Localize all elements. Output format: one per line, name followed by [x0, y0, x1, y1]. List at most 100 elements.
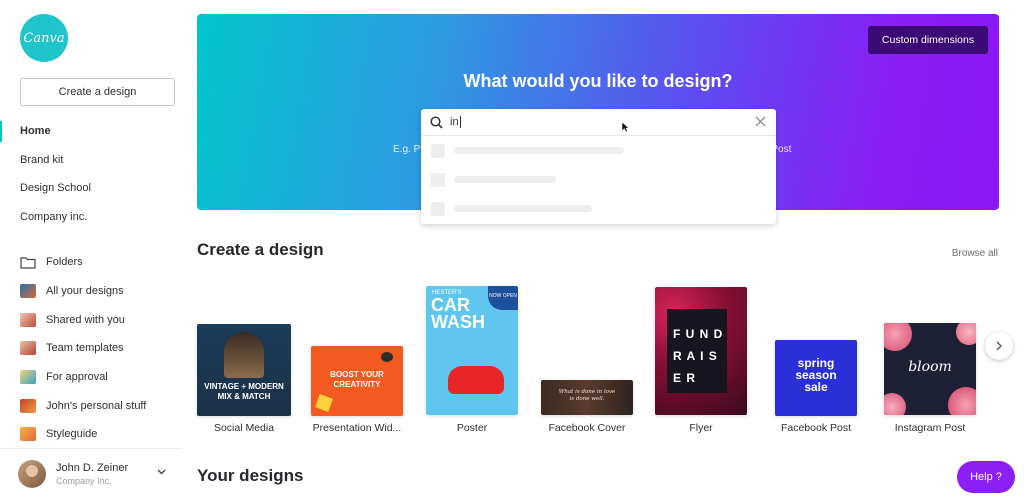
- card-label: Poster: [456, 422, 488, 434]
- thumbnail-text: BOOST YOUR CREATIVITY: [330, 370, 384, 389]
- sidebar-item-label: Company inc.: [20, 210, 88, 223]
- sidebar-item-label: All your designs: [46, 285, 124, 298]
- card-label: Flyer: [689, 422, 713, 434]
- your-designs-title: Your designs: [197, 466, 304, 485]
- chevron-right-icon: [996, 341, 1002, 351]
- design-thumbnail: NOW OPEN HESTER'S CAR WASH: [426, 286, 518, 415]
- design-type-facebook-post[interactable]: spring season sale Facebook Post: [770, 340, 862, 439]
- folder-thumbnail: [20, 427, 36, 442]
- account-menu[interactable]: John D. Zeiner Company Inc.: [0, 448, 182, 499]
- sidebar-item-label: Folders: [46, 256, 83, 269]
- sidebar-nav-primary: Home Brand kit Design School Company inc…: [0, 117, 182, 231]
- user-name: John D. Zeiner: [56, 462, 129, 474]
- close-icon[interactable]: [755, 116, 766, 127]
- suggestion-placeholder[interactable]: [421, 136, 776, 165]
- sidebar-item-label: Team templates: [46, 342, 124, 355]
- suggestion-thumb: [431, 172, 445, 187]
- sidebar-item-folders[interactable]: Folders: [0, 248, 182, 277]
- user-company: Company Inc.: [56, 476, 112, 486]
- sidebar-item-company[interactable]: Company inc.: [0, 203, 182, 232]
- design-thumbnail: bloom: [884, 323, 976, 415]
- folder-thumbnail: [20, 312, 36, 327]
- design-thumbnail: What is done in love is done well.: [541, 380, 633, 415]
- sidebar-item-label: Home: [20, 125, 51, 138]
- sidebar-item-design-school[interactable]: Design School: [0, 174, 182, 203]
- sidebar: Canva Create a design Home Brand kit Des…: [0, 0, 182, 499]
- design-type-poster[interactable]: NOW OPEN HESTER'S CAR WASH Poster: [426, 286, 518, 439]
- sidebar-item-label: For approval: [46, 371, 108, 384]
- user-info: John D. Zeiner Company Inc.: [56, 462, 128, 486]
- design-type-instagram-post[interactable]: bloom Instagram Post: [884, 323, 976, 439]
- design-type-presentation[interactable]: BOOST YOUR CREATIVITY Presentation Wid...: [311, 346, 403, 439]
- sidebar-item-label: Brand kit: [20, 153, 64, 166]
- card-label: Instagram Post: [894, 422, 966, 434]
- hero-title: What would you like to design?: [463, 71, 733, 91]
- flower-shape: [948, 387, 976, 415]
- avatar: [18, 460, 46, 488]
- card-label: Social Media: [213, 422, 275, 434]
- thumbnail-text: F U N DR A I SE R: [673, 327, 724, 385]
- create-design-button[interactable]: Create a design: [20, 78, 175, 106]
- folder-icon: [20, 257, 36, 269]
- thumbnail-text: bloom: [908, 359, 952, 375]
- carousel-next-button[interactable]: [985, 332, 1013, 360]
- canva-logo[interactable]: Canva: [20, 14, 68, 62]
- sidebar-item-label: Styleguide: [46, 428, 98, 441]
- create-section-title: Create a design: [197, 240, 324, 259]
- hero-hint-left: E.g. P: [393, 144, 421, 155]
- folder-thumbnail: [20, 341, 36, 356]
- thumbnail-text: What is done in love is done well.: [558, 389, 616, 402]
- mouse-cursor-icon: [621, 121, 630, 133]
- confetti-shape: [315, 394, 333, 412]
- suggestion-placeholder[interactable]: [421, 194, 776, 223]
- text-caret: [459, 116, 461, 128]
- card-label: Facebook Post: [780, 422, 852, 434]
- sidebar-item-label: Shared with you: [46, 313, 125, 326]
- design-type-facebook-cover[interactable]: What is done in love is done well. Facebo…: [541, 380, 633, 439]
- suggestion-thumb: [431, 143, 445, 158]
- sidebar-item-label: Design School: [20, 182, 91, 195]
- flower-shape: [956, 323, 976, 345]
- search-query: in: [450, 116, 459, 128]
- folder-thumbnail: [20, 370, 36, 385]
- custom-dimensions-button[interactable]: Custom dimensions: [868, 26, 988, 54]
- sidebar-item-home[interactable]: Home: [0, 117, 182, 146]
- car-illustration: [448, 366, 504, 394]
- card-label: Presentation Wid...: [312, 422, 402, 434]
- search-input[interactable]: in: [421, 109, 776, 136]
- design-thumbnail: F U N DR A I SE R: [655, 287, 747, 415]
- sidebar-item-all-designs[interactable]: All your designs: [0, 277, 182, 306]
- sidebar-item-approval[interactable]: For approval: [0, 363, 182, 392]
- suggestion-skeleton: [454, 176, 556, 183]
- help-button[interactable]: Help ?: [957, 461, 1015, 493]
- card-label: Facebook Cover: [548, 422, 626, 434]
- design-thumbnail: VINTAGE + MODERN MIX & MATCH: [197, 324, 291, 416]
- thumbnail-text: spring season sale: [795, 356, 837, 394]
- flower-shape: [884, 393, 906, 415]
- thumbnail-text: VINTAGE + MODERN MIX & MATCH: [204, 382, 284, 401]
- design-type-social-media[interactable]: VINTAGE + MODERN MIX & MATCH Social Media: [197, 324, 291, 439]
- suggestion-skeleton: [454, 147, 624, 154]
- suggestion-thumb: [431, 201, 445, 216]
- suggestion-skeleton: [454, 205, 592, 212]
- sidebar-item-personal[interactable]: John's personal stuff: [0, 391, 182, 420]
- suggestion-placeholder[interactable]: [421, 165, 776, 194]
- design-thumbnail: BOOST YOUR CREATIVITY: [311, 346, 403, 416]
- browse-all-link[interactable]: Browse all: [952, 248, 998, 259]
- sidebar-item-brand-kit[interactable]: Brand kit: [0, 146, 182, 175]
- design-type-flyer[interactable]: F U N DR A I SE R Flyer: [655, 287, 747, 439]
- photo-person: [224, 332, 264, 378]
- sidebar-item-team-templates[interactable]: Team templates: [0, 334, 182, 363]
- flower-shape: [884, 323, 912, 351]
- confetti-shape: [381, 352, 393, 362]
- thumbnail-text: CAR WASH: [431, 295, 485, 332]
- main-content: Custom dimensions What would you like to…: [182, 0, 1024, 499]
- poster-badge: NOW OPEN: [488, 286, 518, 310]
- sidebar-nav-folders: Folders All your designs Shared with you…: [0, 248, 182, 449]
- chevron-down-icon: [157, 469, 166, 475]
- sidebar-item-styleguide[interactable]: Styleguide: [0, 420, 182, 449]
- search-dropdown: in: [421, 109, 776, 224]
- sidebar-item-shared[interactable]: Shared with you: [0, 305, 182, 334]
- folder-thumbnail: [20, 398, 36, 413]
- sidebar-item-label: John's personal stuff: [46, 399, 147, 412]
